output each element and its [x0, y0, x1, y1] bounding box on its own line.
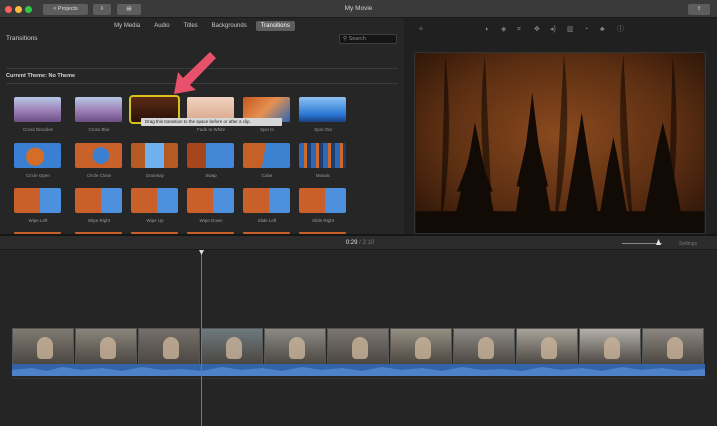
- transition-spin-out[interactable]: [299, 97, 346, 122]
- transition-label: Spin Out: [314, 127, 332, 132]
- transition-label: Spin In: [259, 127, 274, 132]
- clip-thumbnail: [414, 337, 431, 359]
- transition-label: Wipe Right: [87, 218, 110, 223]
- transition-label: Cross Dissolve: [22, 127, 53, 132]
- timeline-toolbar: 0:29 / 2:10 Settings: [0, 236, 717, 250]
- tab-backgrounds[interactable]: Backgrounds: [207, 21, 252, 31]
- clip-thumbnail: [36, 337, 53, 359]
- viewer-panel: ✧ ◑ ◈ ⌗ ✥ ◂) ▥ ◔ ♣ ⓘ: [404, 18, 717, 234]
- clip-thumbnail: [288, 337, 305, 359]
- share-icon[interactable]: ⇪: [688, 4, 710, 15]
- clip-thumbnail: [477, 337, 494, 359]
- tab-titles[interactable]: Titles: [179, 21, 203, 31]
- timeline-clip[interactable]: [453, 328, 515, 366]
- clip-thumbnail: [351, 337, 368, 359]
- search-input[interactable]: ⚲ Search: [339, 34, 397, 44]
- title-bar: < Projects ⇩ ▤ My Movie ⇪: [0, 0, 717, 18]
- transition-label: Cross Blur: [88, 127, 110, 132]
- timeline-clip[interactable]: [12, 328, 74, 366]
- transition-label: Circle Open: [26, 173, 50, 178]
- noise-eq-icon[interactable]: ▥: [567, 24, 574, 36]
- info-icon[interactable]: ⓘ: [617, 24, 624, 36]
- section-title: Transitions: [6, 35, 38, 42]
- clip-thumbnail: [162, 337, 179, 359]
- total-time: 2:10: [362, 240, 375, 246]
- clip-thumbnail: [225, 337, 242, 359]
- transition-slide-right[interactable]: [299, 188, 346, 213]
- clip-thumbnail: [603, 337, 620, 359]
- color-balance-icon[interactable]: ◑: [484, 24, 488, 36]
- pointer-arrow-icon: [174, 52, 216, 94]
- volume-icon[interactable]: ◂): [550, 24, 556, 36]
- transition-label: Mosaic: [315, 173, 331, 178]
- transition-label: Slide Left: [257, 218, 277, 223]
- stabilize-icon[interactable]: ✥: [534, 24, 540, 36]
- search-icon: ⚲: [343, 36, 348, 42]
- transition-label: Circle Close: [86, 173, 112, 178]
- transition-cross-dissolve[interactable]: [14, 97, 61, 122]
- zoom-slider-knob[interactable]: [656, 239, 661, 245]
- video-preview[interactable]: [414, 52, 706, 234]
- current-time: 0:29: [345, 240, 358, 246]
- transition-wipe-down[interactable]: [187, 188, 234, 213]
- transition-cube[interactable]: [243, 143, 290, 168]
- wand-icon[interactable]: ✧: [418, 24, 424, 36]
- media-tabs: My Media Audio Titles Backgrounds Transition…: [0, 18, 404, 33]
- transition-circle-close[interactable]: [75, 143, 122, 168]
- tab-transitions[interactable]: Transitions: [255, 21, 295, 31]
- audio-waveform[interactable]: [12, 364, 705, 376]
- zoom-slider[interactable]: [622, 243, 662, 244]
- transition-label: Wipe Up: [146, 218, 164, 223]
- timecode: 0:29 / 2:10: [345, 240, 375, 246]
- window-title: My Movie: [344, 5, 373, 12]
- clip-thumbnail: [99, 337, 116, 359]
- transition-swap[interactable]: [187, 143, 234, 168]
- color-correction-icon[interactable]: ◈: [501, 24, 506, 36]
- transition-label: Cube: [261, 173, 273, 178]
- timeline-clip[interactable]: [264, 328, 326, 366]
- transition-wipe-left[interactable]: [14, 188, 61, 213]
- viewer-toolbar: ✧ ◑ ◈ ⌗ ✥ ◂) ▥ ◔ ♣ ⓘ: [404, 24, 717, 36]
- transition-cross-blur[interactable]: [75, 97, 122, 122]
- timeline-clip[interactable]: [579, 328, 641, 366]
- transition-doorway[interactable]: [131, 143, 178, 168]
- timeline-clip[interactable]: [75, 328, 137, 366]
- clip-thumbnail: [666, 337, 683, 359]
- transition-label: Slide Right: [312, 218, 334, 223]
- transition-circle-open[interactable]: [14, 143, 61, 168]
- playhead[interactable]: [201, 250, 202, 426]
- tab-my-media[interactable]: My Media: [109, 21, 145, 31]
- transition-wipe-right[interactable]: [75, 188, 122, 213]
- tab-audio[interactable]: Audio: [149, 21, 174, 31]
- transition-slide-left[interactable]: [243, 188, 290, 213]
- timeline-clip[interactable]: [201, 328, 263, 366]
- drag-tooltip: Drag this transition to the space before…: [141, 118, 282, 126]
- timeline-clip[interactable]: [642, 328, 704, 366]
- transition-label: Wipe Left: [28, 218, 48, 223]
- clip-strip: [12, 328, 705, 366]
- timeline-scrollbar[interactable]: [12, 378, 705, 379]
- transition-label: Doorway: [146, 173, 164, 178]
- transition-label: Fade to White: [196, 127, 225, 132]
- transition-label: Swap: [205, 173, 217, 178]
- clip-thumbnail: [540, 337, 557, 359]
- timeline-clip[interactable]: [327, 328, 389, 366]
- settings-button[interactable]: Settings: [679, 240, 697, 248]
- transition-label: Wipe Down: [199, 218, 223, 223]
- timeline-clip[interactable]: [516, 328, 578, 366]
- transition-mosaic[interactable]: [299, 143, 346, 168]
- speed-icon[interactable]: ◔: [584, 24, 588, 36]
- search-placeholder: Search: [348, 36, 366, 42]
- timeline-clip[interactable]: [138, 328, 200, 366]
- transition-wipe-up[interactable]: [131, 188, 178, 213]
- filter-icon[interactable]: ♣: [600, 24, 605, 36]
- crop-icon[interactable]: ⌗: [517, 24, 521, 36]
- browser-header: Transitions ⚲ Search: [0, 33, 404, 45]
- timeline-clip[interactable]: [390, 328, 452, 366]
